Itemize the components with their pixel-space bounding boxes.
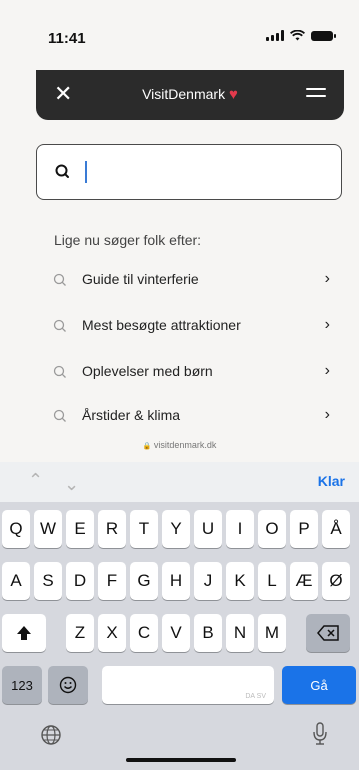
backspace-icon [317,625,339,641]
chevron-right-icon: › [324,406,330,423]
chevron-right-icon: › [324,362,330,379]
chevron-down-icon[interactable]: ⌃ [64,472,79,493]
key[interactable]: K [226,562,254,600]
heart-icon: ♥ [228,86,238,103]
key[interactable]: O [258,510,286,548]
key[interactable]: I [226,510,254,548]
suggestion-item[interactable]: Mest besøgte attraktioner › [50,310,340,350]
wifi-icon [290,30,305,41]
key[interactable]: J [194,562,222,600]
search-icon [55,164,69,178]
key[interactable]: P [290,510,318,548]
key[interactable]: S [34,562,62,600]
search-icon [53,409,66,422]
brand-logo[interactable]: VisitDenmark ♥ [36,86,344,103]
key[interactable]: C [130,614,158,652]
key[interactable]: Å [322,510,350,548]
go-button[interactable]: Gå [282,666,356,704]
chevron-right-icon: › [324,270,330,287]
search-icon [53,365,66,378]
key[interactable]: G [130,562,158,600]
suggestions-heading: Lige nu søger folk efter: [54,232,202,248]
key[interactable]: Z [66,614,94,652]
cellular-signal-icon [266,30,284,41]
chevron-right-icon: › [324,316,330,333]
home-indicator[interactable] [126,758,236,762]
key[interactable]: A [2,562,30,600]
hamburger-menu-icon[interactable] [306,88,326,102]
microphone-icon[interactable] [312,722,328,746]
key[interactable]: M [258,614,286,652]
done-button[interactable]: Klar [318,473,345,489]
emoji-key[interactable] [48,666,88,704]
key[interactable]: F [98,562,126,600]
key[interactable]: N [226,614,254,652]
status-time: 11:41 [48,30,86,47]
key[interactable]: R [98,510,126,548]
globe-icon[interactable] [40,724,62,746]
shift-icon [17,626,31,640]
suggestion-label: Oplevelser med børn [82,363,213,379]
chevron-up-icon[interactable]: ⌃ [28,470,43,491]
text-cursor [85,161,87,183]
status-bar: 11:41 [0,0,359,70]
search-input[interactable] [36,144,342,200]
brand-name: VisitDenmark [142,86,226,102]
site-header: ✕ VisitDenmark ♥ [36,70,344,120]
key[interactable]: H [162,562,190,600]
key[interactable]: Q [2,510,30,548]
emoji-icon [59,676,77,694]
search-icon [53,319,66,332]
suggestion-label: Årstider & klima [82,407,181,423]
key[interactable]: Ø [322,562,350,600]
key[interactable]: W [34,510,62,548]
suggestion-item[interactable]: Oplevelser med børn › [50,356,340,396]
space-key[interactable]: DA SV [102,666,274,704]
key[interactable]: Æ [290,562,318,600]
key[interactable]: V [162,614,190,652]
numbers-key[interactable]: 123 [2,666,42,704]
key[interactable]: B [194,614,222,652]
key[interactable]: T [130,510,158,548]
shift-key[interactable] [2,614,46,652]
suggestion-item[interactable]: Årstider & klima › [50,400,340,440]
status-icons [266,30,336,41]
key[interactable]: L [258,562,286,600]
suggestion-label: Mest besøgte attraktioner [82,317,241,333]
suggestion-item[interactable]: Guide til vinterferie › [50,264,340,304]
key[interactable]: U [194,510,222,548]
keyboard: ⌃ ⌃ Klar Q W E R T Y U I O P Å A S D F G… [0,462,359,770]
keyboard-language-hint: DA SV [245,693,266,700]
backspace-key[interactable] [306,614,350,652]
lock-icon: 🔒 [142,443,152,450]
key[interactable]: D [66,562,94,600]
battery-icon [311,30,336,41]
url-text: visitdenmark.dk [153,440,217,450]
suggestion-label: Guide til vinterferie [82,271,199,287]
search-icon [53,273,66,286]
key[interactable]: Y [162,510,190,548]
url-bar[interactable]: 🔒 visitdenmark.dk [0,440,359,462]
keyboard-accessory-bar: ⌃ ⌃ Klar [0,462,359,502]
key[interactable]: E [66,510,94,548]
key[interactable]: X [98,614,126,652]
